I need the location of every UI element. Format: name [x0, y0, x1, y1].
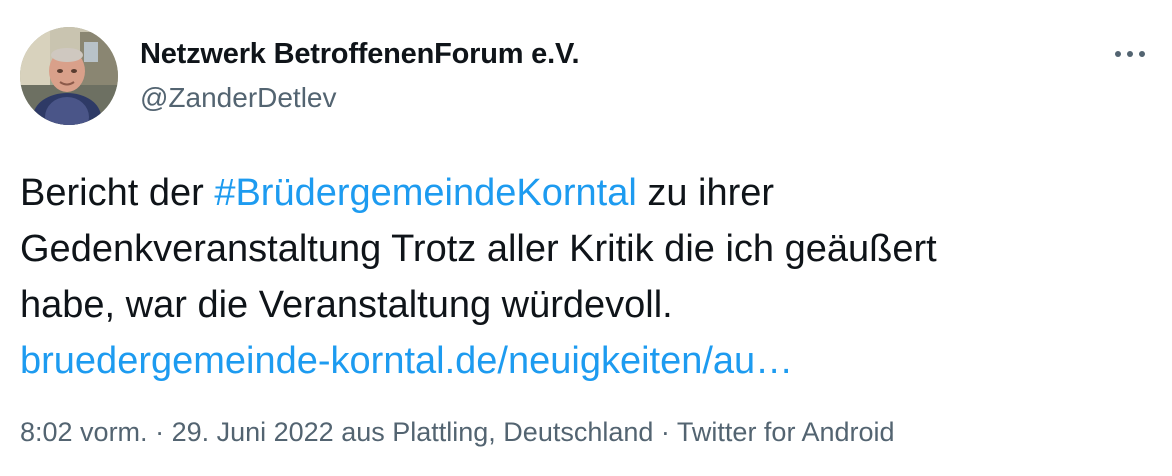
meta-separator: · — [653, 417, 677, 447]
hashtag-link[interactable]: #BrüdergemeindeKorntal — [214, 172, 637, 214]
tweet-text-line-2: Gedenkveranstaltung Trotz aller Kritik d… — [20, 228, 937, 270]
tweet-text-line-4: bruedergemeinde-korntal.de/neuigkeiten/a… — [20, 333, 1150, 389]
tweet-text-line-3: habe, war die Veranstaltung würdevoll. — [20, 284, 673, 326]
location-prefix: aus — [333, 417, 393, 447]
external-url-link[interactable]: bruedergemeinde-korntal.de/neuigkeiten/a… — [20, 340, 793, 382]
tweet-text-line-1: Bericht der #BrüdergemeindeKorntal zu ih… — [20, 165, 1150, 221]
tweet-date[interactable]: 29. Juni 2022 — [172, 417, 334, 447]
author-display-name[interactable]: Netzwerk BetroffenenForum e.V. — [140, 38, 580, 71]
tweet-text-segment: zu ihrer — [636, 172, 775, 214]
more-horizontal-icon[interactable] — [1108, 36, 1152, 76]
tweet-card: Netzwerk BetroffenenForum e.V. @ZanderDe… — [0, 0, 1172, 476]
avatar-photo — [20, 27, 118, 125]
tweet-time[interactable]: 8:02 vorm. — [20, 417, 148, 447]
tweet-meta: 8:02 vorm. · 29. Juni 2022 aus Plattling… — [20, 417, 895, 448]
tweet-source[interactable]: Twitter for Android — [677, 417, 895, 447]
tweet-location: Plattling, Deutschland — [392, 417, 654, 447]
tweet-text: Bericht der #BrüdergemeindeKorntal zu ih… — [20, 165, 1150, 389]
avatar[interactable] — [20, 27, 118, 125]
author-handle[interactable]: @ZanderDetlev — [140, 82, 337, 114]
tweet-text-segment: Bericht der — [20, 172, 215, 214]
meta-separator: · — [147, 417, 172, 447]
